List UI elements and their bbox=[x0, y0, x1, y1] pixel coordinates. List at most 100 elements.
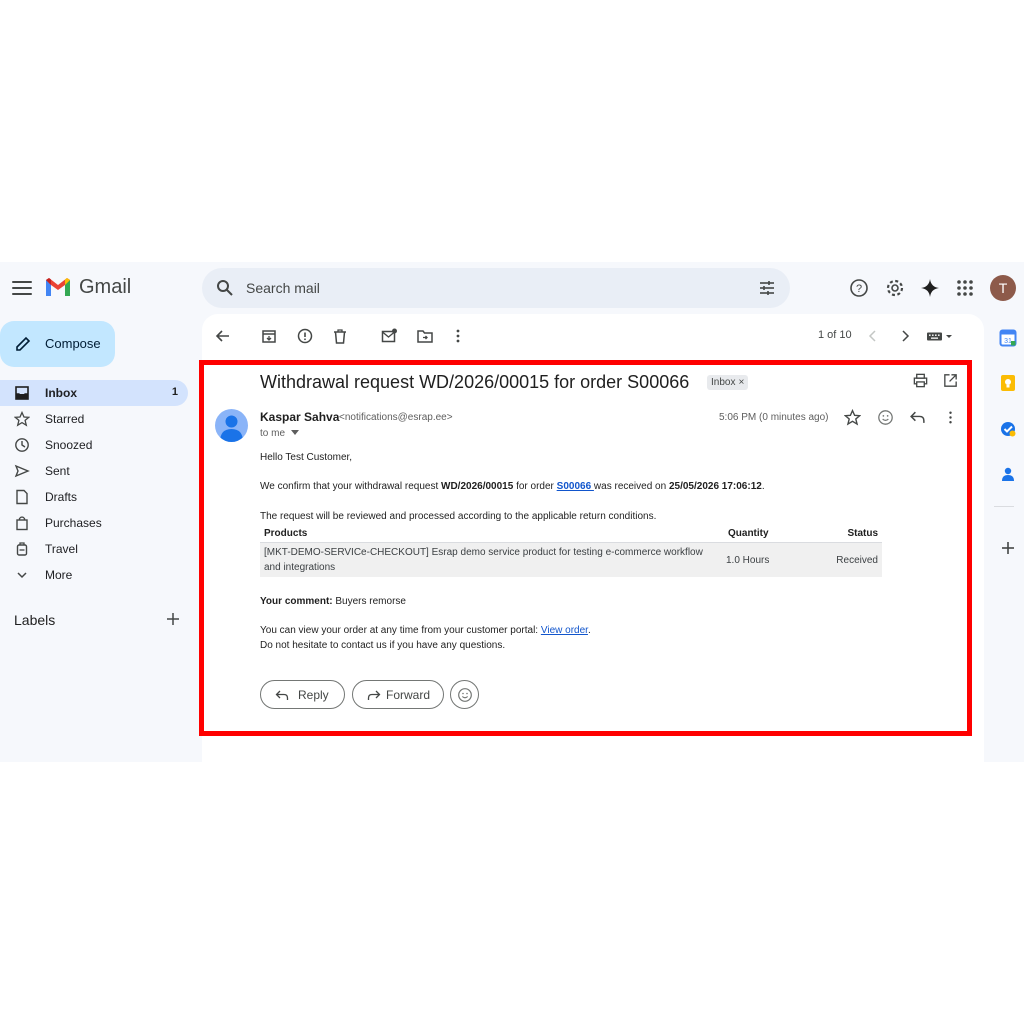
send-icon bbox=[14, 464, 30, 478]
forward-label: Forward bbox=[386, 688, 431, 702]
search-input[interactable] bbox=[246, 276, 726, 300]
keyboard-input-icon[interactable] bbox=[926, 327, 954, 345]
forward-icon bbox=[367, 690, 381, 700]
sender-avatar[interactable] bbox=[215, 409, 248, 442]
sidebar-item-travel[interactable]: Travel bbox=[0, 536, 188, 562]
bag-icon bbox=[16, 516, 28, 531]
sidebar-item-label: Purchases bbox=[45, 516, 102, 530]
confirm-mid2: was received on bbox=[593, 481, 669, 492]
sidebar-item-label: Starred bbox=[45, 412, 85, 426]
review-note: The request will be reviewed and process… bbox=[260, 511, 657, 522]
sidebar-item-inbox[interactable]: Inbox 1 bbox=[0, 380, 188, 406]
inbox-unread-count: 1 bbox=[171, 386, 178, 398]
print-icon[interactable] bbox=[912, 372, 929, 389]
view-order-link[interactable]: View order bbox=[541, 625, 588, 636]
more-vert-icon[interactable] bbox=[942, 409, 959, 426]
main-menu-icon[interactable] bbox=[12, 281, 32, 295]
more-vert-icon[interactable] bbox=[449, 327, 467, 345]
mark-unread-icon[interactable] bbox=[380, 327, 398, 345]
header-products: Products bbox=[264, 528, 308, 539]
labels-heading: Labels bbox=[14, 612, 56, 628]
account-avatar[interactable]: T bbox=[990, 275, 1016, 301]
remove-label-icon[interactable]: × bbox=[738, 377, 744, 388]
recipient-details[interactable]: to me bbox=[260, 428, 299, 439]
emoji-icon bbox=[458, 688, 472, 702]
inbox-icon bbox=[15, 386, 29, 400]
app-name[interactable]: Gmail bbox=[79, 276, 131, 299]
search-bar[interactable] bbox=[202, 268, 790, 308]
comment-text: Buyers remorse bbox=[332, 596, 406, 607]
recipient-text: to me bbox=[260, 428, 286, 439]
sidebar-item-drafts[interactable]: Drafts bbox=[0, 484, 188, 510]
tasks-icon[interactable] bbox=[999, 420, 1017, 438]
sidebar-item-purchases[interactable]: Purchases bbox=[0, 510, 188, 536]
add-addon-plus-icon[interactable] bbox=[999, 539, 1017, 557]
comment-line: Your comment: Buyers remorse bbox=[260, 596, 406, 607]
star-icon[interactable] bbox=[844, 409, 861, 426]
apps-grid-icon[interactable] bbox=[955, 278, 975, 298]
search-options-icon[interactable] bbox=[758, 279, 776, 297]
email-subject: Withdrawal request WD/2026/00015 for ord… bbox=[260, 372, 690, 392]
sidebar-item-label: Drafts bbox=[45, 490, 78, 504]
calendar-icon[interactable]: 31 bbox=[999, 329, 1017, 347]
report-spam-icon[interactable] bbox=[296, 327, 314, 345]
email-timestamp: 5:06 PM (0 minutes ago) bbox=[719, 412, 829, 423]
table-header-row: Products Quantity Status bbox=[260, 526, 882, 542]
sender-email: <notifications@esrap.ee> bbox=[339, 412, 453, 423]
contacts-icon[interactable] bbox=[999, 465, 1017, 483]
header-quantity: Quantity bbox=[728, 528, 769, 539]
products-table: Products Quantity Status [MKT-DEMO-SERVI… bbox=[260, 526, 882, 577]
luggage-icon bbox=[16, 542, 28, 556]
sidebar-item-snoozed[interactable]: Snoozed bbox=[0, 432, 188, 458]
chevron-right-icon[interactable] bbox=[896, 327, 914, 345]
chevron-down-icon bbox=[290, 430, 299, 435]
product-quantity: 1.0 Hours bbox=[726, 555, 770, 566]
sidebar-item-starred[interactable]: Starred bbox=[0, 406, 188, 432]
reply-button[interactable]: Reply bbox=[260, 680, 345, 709]
product-name-line2: and integrations bbox=[264, 562, 336, 573]
reply-icon[interactable] bbox=[909, 409, 926, 426]
add-label-plus-icon[interactable] bbox=[166, 612, 180, 626]
product-name-line1: [MKT-DEMO-SERVICe-CHECKOUT] Esrap demo s… bbox=[264, 547, 703, 558]
delete-trash-icon[interactable] bbox=[331, 327, 349, 345]
order-link[interactable]: S00066 bbox=[557, 481, 594, 492]
pencil-icon bbox=[16, 336, 31, 351]
sidebar-item-label: Travel bbox=[45, 542, 78, 556]
sidebar-item-label: More bbox=[45, 568, 73, 582]
compose-button[interactable]: Compose bbox=[0, 321, 115, 367]
search-icon[interactable] bbox=[216, 279, 234, 297]
open-in-new-window-icon[interactable] bbox=[942, 372, 959, 389]
gemini-sparkle-icon[interactable] bbox=[920, 278, 940, 298]
archive-icon[interactable] bbox=[260, 327, 278, 345]
table-row: [MKT-DEMO-SERVICe-CHECKOUT] Esrap demo s… bbox=[260, 542, 882, 577]
portal-end: . bbox=[587, 625, 591, 636]
product-status: Received bbox=[836, 555, 878, 566]
forward-button[interactable]: Forward bbox=[352, 680, 444, 709]
chevron-down-icon bbox=[17, 572, 27, 579]
keep-notes-icon[interactable] bbox=[999, 374, 1017, 392]
sender-name[interactable]: Kaspar Sahva bbox=[260, 410, 339, 424]
sidebar-item-sent[interactable]: Sent bbox=[0, 458, 188, 484]
svg-text:31: 31 bbox=[1004, 338, 1012, 345]
move-to-folder-icon[interactable] bbox=[416, 327, 434, 345]
gmail-app: Gmail ? T Compose Inbox 1 Starred Snooze… bbox=[0, 262, 1024, 762]
emoji-reaction-icon[interactable] bbox=[877, 409, 894, 426]
inbox-label-chip[interactable]: Inbox × bbox=[707, 375, 749, 390]
chevron-left-icon[interactable] bbox=[864, 327, 882, 345]
inbox-label-text: Inbox bbox=[711, 377, 736, 388]
svg-text:?: ? bbox=[856, 283, 862, 295]
settings-gear-icon[interactable] bbox=[885, 278, 905, 298]
draft-icon bbox=[16, 489, 28, 505]
sidebar-item-label: Sent bbox=[45, 464, 70, 478]
back-arrow-icon[interactable] bbox=[214, 327, 232, 345]
emoji-reaction-button[interactable] bbox=[450, 680, 479, 709]
help-icon[interactable]: ? bbox=[849, 278, 869, 298]
gmail-logo-icon[interactable] bbox=[44, 276, 72, 298]
sidebar-item-more[interactable]: More bbox=[0, 562, 188, 588]
header-status: Status bbox=[847, 528, 878, 539]
clock-icon bbox=[15, 438, 29, 452]
portal-text: You can view your order at any time from… bbox=[260, 625, 541, 636]
confirm-prefix: We confirm that your withdrawal request bbox=[260, 481, 442, 492]
reply-icon bbox=[275, 690, 289, 700]
confirm-end: . bbox=[761, 481, 765, 492]
